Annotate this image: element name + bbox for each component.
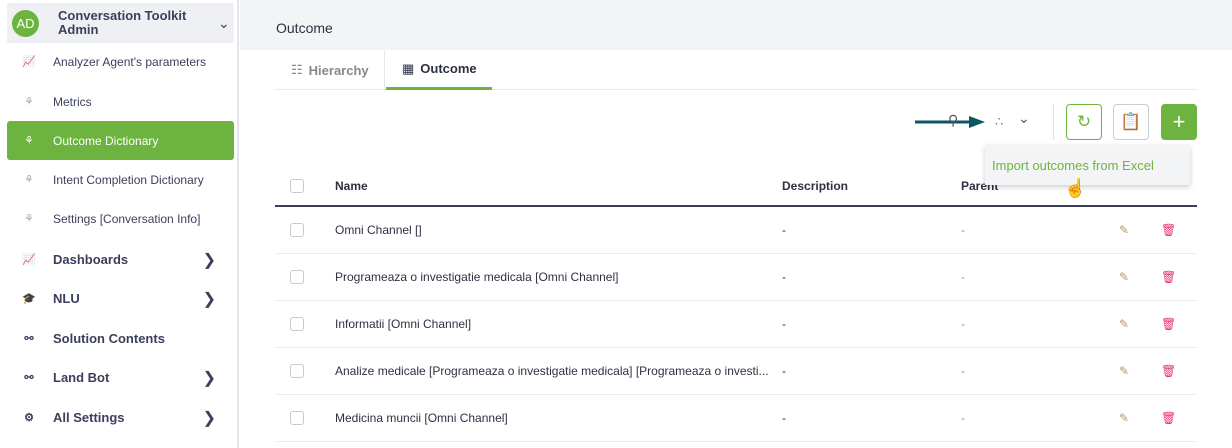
cell-description: -	[782, 411, 786, 425]
avatar: AD	[12, 9, 39, 37]
chevron-down-icon[interactable]: ⌄	[1018, 110, 1030, 127]
chevron-right-icon: ❯	[202, 251, 216, 269]
sitemap-icon: ⚯	[24, 372, 34, 384]
cell-name: Analize medicale [Programeaza o investig…	[335, 364, 769, 378]
hierarchy-icon: ☷	[291, 62, 303, 77]
cell-name: Programeaza o investigatie medicala [Omn…	[335, 270, 619, 284]
row-checkbox[interactable]	[290, 223, 304, 237]
sidebar-item-label: All Settings	[53, 410, 125, 425]
sidebar-item-label: Land Bot	[53, 370, 110, 385]
plus-icon: +	[1172, 109, 1186, 134]
table-row: Omni Channel [] - - ✎ 🗑	[275, 207, 1197, 254]
select-all-checkbox[interactable]	[290, 179, 304, 193]
tab-bar: ☷ Hierarchy ▦ Outcome	[275, 50, 1197, 90]
trash-icon[interactable]: 🗑	[1161, 223, 1176, 237]
chevron-down-icon: ⌄	[218, 14, 230, 31]
cell-description: -	[782, 317, 786, 331]
gear-icon: ⚙	[24, 412, 34, 424]
sidebar-item-label: Dashboards	[53, 252, 129, 267]
sidebar-item-label: Solution Contents	[53, 331, 165, 346]
cell-name: Medicina muncii [Omni Channel]	[335, 411, 508, 425]
edit-icon[interactable]: ✎	[1119, 270, 1129, 284]
cell-parent: -	[961, 317, 965, 331]
sidebar: AD Conversation Toolkit Admin ⌄ 📈 Analyze…	[0, 0, 239, 448]
cell-parent: -	[961, 223, 965, 237]
sidebar-item-intent-completion[interactable]: ⚘ Intent Completion Dictionary	[7, 160, 234, 199]
cell-parent: -	[961, 270, 965, 284]
col-name[interactable]: Name	[335, 179, 368, 193]
cell-parent: -	[961, 364, 965, 378]
row-checkbox[interactable]	[290, 317, 304, 331]
hand-cursor-icon: ☝	[1064, 178, 1087, 198]
sidebar-item-settings-conversation[interactable]: ⚘ Settings [Conversation Info]	[7, 199, 234, 238]
cell-parent: -	[961, 411, 965, 425]
hierarchy-icon: ⚘	[24, 135, 34, 147]
table-row: Analize medicale [Programeaza o investig…	[275, 348, 1197, 395]
more-actions-icon[interactable]: ∴	[995, 114, 1003, 130]
sidebar-item-analyzer-params[interactable]: 📈 Analyzer Agent's parameters	[7, 42, 234, 81]
sitemap-icon: ⚯	[24, 333, 34, 345]
search-icon[interactable]: ⚲	[948, 112, 958, 129]
refresh-button[interactable]: ↻	[1066, 104, 1102, 140]
hierarchy-icon: ⚘	[24, 174, 34, 186]
import-excel-menu-item[interactable]: Import outcomes from Excel	[985, 145, 1190, 185]
edit-icon[interactable]: ✎	[1119, 223, 1129, 237]
tab-outcome[interactable]: ▦ Outcome	[386, 50, 492, 90]
refresh-icon: ↻	[1076, 112, 1092, 131]
chevron-right-icon: ❯	[202, 290, 216, 308]
table-row: Programeaza o investigatie medicala [Omn…	[275, 254, 1197, 301]
table-row: Medicina muncii [Omni Channel] - - ✎ 🗑	[275, 395, 1197, 442]
tab-label: Outcome	[420, 61, 477, 76]
col-description[interactable]: Description	[782, 179, 848, 193]
sidebar-item-land-bot[interactable]: ⚯ Land Bot ❯	[7, 358, 234, 397]
row-checkbox[interactable]	[290, 411, 304, 425]
cell-description: -	[782, 223, 786, 237]
cell-name: Omni Channel []	[335, 223, 422, 237]
trash-icon[interactable]: 🗑	[1161, 270, 1176, 284]
row-checkbox[interactable]	[290, 364, 304, 378]
sidebar-item-dashboards[interactable]: 📈 Dashboards ❯	[7, 240, 234, 279]
sidebar-item-label: Settings [Conversation Info]	[53, 211, 201, 226]
chevron-right-icon: ❯	[202, 369, 216, 387]
trash-icon[interactable]: 🗑	[1161, 411, 1176, 425]
divider	[1053, 104, 1054, 140]
sidebar-item-outcome-dictionary[interactable]: ⚘ Outcome Dictionary	[7, 121, 234, 160]
sidebar-item-metrics[interactable]: ⚘ Metrics	[7, 82, 234, 121]
row-checkbox[interactable]	[290, 270, 304, 284]
presentation-chart-icon: 📈	[22, 254, 36, 266]
edit-icon[interactable]: ✎	[1119, 364, 1129, 378]
chevron-right-icon: ❯	[202, 409, 216, 427]
trash-icon[interactable]: 🗑	[1161, 364, 1176, 378]
edit-icon[interactable]: ✎	[1119, 317, 1129, 331]
add-button[interactable]: +	[1161, 104, 1197, 140]
sidebar-item-label: Analyzer Agent's parameters	[53, 54, 207, 69]
chart-icon: 📈	[22, 56, 36, 68]
table-icon: ▦	[402, 60, 415, 76]
cell-description: -	[782, 270, 786, 284]
sidebar-item-label: Metrics	[53, 94, 92, 109]
app-title: Conversation Toolkit Admin	[58, 8, 187, 37]
sidebar-item-nlu[interactable]: 🎓 NLU ❯	[7, 279, 234, 318]
sidebar-item-all-settings[interactable]: ⚙ All Settings ❯	[7, 398, 234, 437]
sidebar-item-solution-contents[interactable]: ⚯ Solution Contents	[7, 319, 234, 358]
hierarchy-icon: ⚘	[24, 96, 34, 108]
trash-icon[interactable]: 🗑	[1161, 317, 1176, 331]
tab-label: Hierarchy	[308, 62, 369, 78]
clipboard-button[interactable]: 📋	[1113, 104, 1149, 140]
clipboard-icon: 📋	[1120, 112, 1142, 131]
page-header: Outcome	[240, 0, 1232, 50]
sidebar-item-label: NLU	[53, 291, 80, 306]
sidebar-item-label: Intent Completion Dictionary	[53, 172, 204, 187]
tab-hierarchy[interactable]: ☷ Hierarchy	[275, 50, 385, 90]
page-title: Outcome	[276, 20, 333, 36]
sidebar-item-label: Outcome Dictionary	[53, 133, 159, 148]
hierarchy-icon: ⚘	[24, 213, 34, 225]
cell-description: -	[782, 364, 786, 378]
table-row: Informatii [Omni Channel] - - ✎ 🗑	[275, 301, 1197, 348]
graduation-cap-icon: 🎓	[22, 293, 36, 305]
app-switcher[interactable]: AD Conversation Toolkit Admin ⌄	[7, 3, 234, 43]
edit-icon[interactable]: ✎	[1119, 411, 1129, 425]
cell-name: Informatii [Omni Channel]	[335, 317, 472, 331]
outcome-table: Name Description Parent Omni Channel [] …	[275, 163, 1197, 442]
